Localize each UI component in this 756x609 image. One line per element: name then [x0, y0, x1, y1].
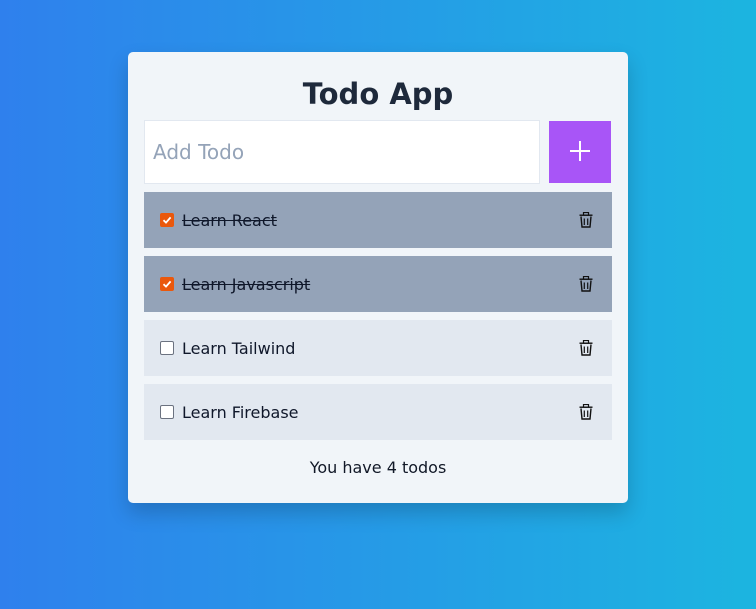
trash-icon[interactable] — [576, 338, 596, 358]
plus-icon — [569, 140, 591, 165]
todo-checkbox[interactable] — [160, 405, 174, 419]
add-todo-input[interactable] — [144, 120, 540, 184]
app-title: Todo App — [302, 77, 454, 111]
todo-checkbox[interactable] — [160, 277, 174, 291]
todo-label[interactable]: Learn Tailwind — [182, 339, 576, 358]
todo-label[interactable]: Learn Javascript — [182, 275, 576, 294]
todo-label[interactable]: Learn React — [182, 211, 576, 230]
add-todo-button[interactable] — [549, 121, 611, 183]
todo-count: You have 4 todos — [309, 458, 447, 477]
todo-item: Learn React — [144, 192, 612, 248]
todo-list: Learn React Learn Javascript Learn Tailw… — [144, 192, 612, 448]
todo-item: Learn Javascript — [144, 256, 612, 312]
trash-icon[interactable] — [576, 210, 596, 230]
todo-checkbox[interactable] — [160, 341, 174, 355]
todo-card: Todo App Learn React — [128, 52, 628, 503]
todo-label[interactable]: Learn Firebase — [182, 403, 576, 422]
todo-checkbox[interactable] — [160, 213, 174, 227]
todo-item: Learn Tailwind — [144, 320, 612, 376]
trash-icon[interactable] — [576, 402, 596, 422]
todo-item: Learn Firebase — [144, 384, 612, 440]
trash-icon[interactable] — [576, 274, 596, 294]
